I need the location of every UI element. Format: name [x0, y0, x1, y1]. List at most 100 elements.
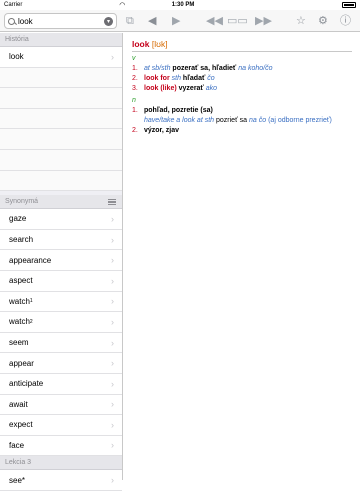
- history-header-label: História: [5, 36, 29, 43]
- history-list: look ›: [0, 47, 122, 192]
- noun-sense-1: 1. pohľad, pozretie (sa) have/take a loo…: [132, 106, 352, 126]
- history-empty-row: [0, 129, 122, 150]
- carrier-label: Carrier: [4, 2, 23, 8]
- example-phrase: have/take a look at sth: [144, 117, 215, 124]
- chevron-right-icon: ›: [111, 316, 114, 327]
- synonym-item[interactable]: appear ›: [0, 353, 122, 374]
- synonym-label: gaze: [9, 214, 27, 224]
- example-translation: pozrieť: [216, 117, 238, 124]
- example-note: (aj odborne prezrieť): [268, 117, 332, 124]
- sense-translation: pohľad, pozretie (sa): [144, 107, 213, 114]
- history-empty-row: [0, 170, 122, 192]
- gear-icon[interactable]: ⚙: [318, 15, 328, 27]
- clock: 1:30 PM: [171, 2, 195, 8]
- verb-sense-2: 2. look for sth hľadať čo: [132, 74, 352, 84]
- history-item-label: look: [9, 52, 24, 62]
- battery-indicator: [241, 2, 356, 8]
- lesson-item[interactable]: see* ›: [0, 470, 122, 491]
- lesson-item-label: see*: [9, 475, 26, 485]
- verb-sense-1: 1. at sb/sth pozerať sa, hľadieť na koho…: [132, 64, 352, 74]
- history-empty-row: [0, 149, 122, 171]
- sense-number: 3.: [132, 85, 138, 92]
- chevron-right-icon: ›: [111, 255, 114, 266]
- chevron-right-icon: ›: [111, 213, 114, 224]
- sense-translation: výzor, zjav: [144, 127, 180, 134]
- chevron-right-icon: ›: [111, 399, 114, 410]
- star-icon[interactable]: ☆: [296, 15, 306, 27]
- info-icon[interactable]: ⓘ: [340, 15, 351, 27]
- synonym-label: watch: [9, 296, 30, 306]
- synonym-item[interactable]: await ›: [0, 394, 122, 416]
- battery-icon: [342, 2, 356, 8]
- sense-phrase[interactable]: look for: [144, 75, 170, 82]
- part-of-speech-verb: v: [132, 55, 136, 62]
- history-empty-row: [0, 108, 122, 130]
- history-header: História: [0, 33, 122, 47]
- synonym-label: search: [9, 235, 34, 245]
- synonym-item[interactable]: gaze ›: [0, 209, 122, 230]
- chevron-right-icon: ›: [111, 419, 114, 430]
- part-of-speech-noun: n: [132, 97, 136, 104]
- example-particle: sa: [239, 117, 248, 124]
- example-object: na čo: [249, 117, 267, 124]
- synonym-item[interactable]: watch 1 ›: [0, 291, 122, 313]
- synonym-item[interactable]: search ›: [0, 229, 122, 251]
- lesson-header-label: Lekcia 3: [5, 459, 32, 467]
- synonym-item[interactable]: seem ›: [0, 332, 122, 354]
- sense-phrase[interactable]: look (like): [144, 85, 177, 92]
- chevron-right-icon: ›: [111, 234, 114, 245]
- history-empty-row: [0, 88, 122, 109]
- previous-entry-icon[interactable]: ◀◀: [206, 15, 223, 27]
- sense-object: čo: [207, 75, 215, 82]
- sense-number: 2.: [132, 75, 138, 82]
- sense-collocation: at sb/sth: [144, 65, 171, 72]
- sense-translation: vyzerať: [178, 85, 204, 92]
- synonym-item[interactable]: aspect ›: [0, 270, 122, 292]
- headword-text: look: [132, 39, 150, 49]
- chevron-right-icon: ›: [111, 337, 114, 348]
- synonym-label: watch: [9, 317, 30, 327]
- search-icon: [8, 17, 15, 25]
- synonyms-header-label: Synonymá: [5, 198, 39, 206]
- entry-headword: look [lʊk]: [132, 39, 352, 52]
- synonym-label: aspect: [9, 276, 33, 286]
- book-icon[interactable]: ▭▭: [227, 15, 248, 27]
- chevron-right-icon: ›: [111, 475, 114, 486]
- synonyms-list: gaze › search › appearance › aspect › watch 1 › wat…: [0, 209, 122, 457]
- status-bar: Carrier ◠ 1:30 PM: [0, 0, 360, 10]
- synonym-item[interactable]: face ›: [0, 435, 122, 457]
- back-arrow-icon[interactable]: ◀: [148, 15, 156, 27]
- noun-sense-2: 2. výzor, zjav: [132, 126, 352, 136]
- entry-panel: look [lʊk] v 1. at sb/sth pozerať sa, hľ…: [124, 33, 360, 480]
- search-box[interactable]: ▾: [4, 13, 117, 29]
- chevron-right-icon: ›: [111, 296, 114, 307]
- search-input[interactable]: [18, 16, 104, 26]
- list-menu-icon[interactable]: [108, 199, 116, 206]
- synonym-label: anticipate: [9, 379, 44, 389]
- sense-translation: hľadať: [182, 75, 206, 82]
- synonym-label: expect: [9, 420, 33, 430]
- synonym-item[interactable]: expect ›: [0, 415, 122, 436]
- synonym-item[interactable]: appearance ›: [0, 250, 122, 271]
- lesson-list: see* ›: [0, 470, 122, 491]
- next-entry-icon[interactable]: ▶▶: [255, 15, 272, 27]
- toolbar: ▾ ⧉ ◀ ▶ ◀◀ ▭▭ ▶▶ ☆ ⚙ ⓘ: [0, 10, 360, 32]
- synonym-label: appear: [9, 358, 34, 368]
- verb-sense-3: 3. look (like) vyzerať ako: [132, 84, 352, 94]
- synonym-item[interactable]: watch 2 ›: [0, 312, 122, 333]
- history-item[interactable]: look ›: [0, 47, 122, 68]
- sense-number: 1.: [132, 107, 138, 114]
- sidebar: História look › Synonymá gaze › search › app…: [0, 33, 123, 491]
- homonym-number: 2: [29, 318, 33, 325]
- forward-arrow-icon[interactable]: ▶: [172, 15, 180, 27]
- sense-collocation: sth: [171, 75, 181, 82]
- sense-object: na koho/čo: [238, 65, 273, 72]
- clipboard-icon[interactable]: ⧉: [126, 15, 134, 27]
- synonym-label: face: [9, 440, 25, 450]
- synonym-item[interactable]: anticipate ›: [0, 373, 122, 395]
- chevron-right-icon: ›: [111, 358, 114, 369]
- chevron-right-icon: ›: [111, 378, 114, 389]
- search-options-icon[interactable]: ▾: [104, 16, 113, 26]
- sense-translation: pozerať sa, hľadieť: [172, 65, 237, 72]
- chevron-right-icon: ›: [111, 51, 114, 62]
